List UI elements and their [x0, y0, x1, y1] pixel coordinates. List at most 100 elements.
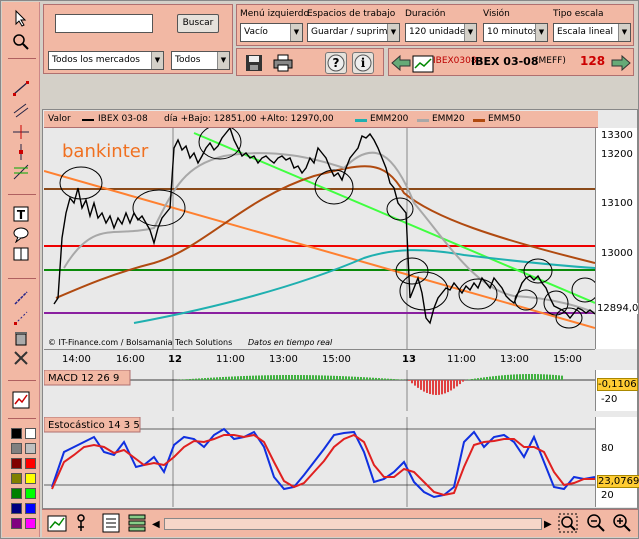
color-green[interactable] — [11, 488, 22, 499]
tipo-escala-label: Tipo escala — [553, 9, 604, 19]
macd-bar — [528, 374, 530, 380]
macd-bar — [330, 375, 332, 380]
macd-bar — [261, 375, 263, 380]
color-olive[interactable] — [11, 473, 22, 484]
espacios-select[interactable]: Guardar / suprimir ▼ — [307, 23, 400, 42]
macd-bar — [294, 375, 296, 380]
macd-bar — [471, 378, 473, 380]
trendline-icon[interactable] — [10, 78, 32, 98]
macd-bar — [453, 380, 455, 389]
tools-icon[interactable] — [10, 348, 32, 368]
macd-plot[interactable]: MACD 12 26 9 — [44, 370, 595, 411]
macd-bar — [234, 376, 236, 380]
macd-bar — [399, 379, 401, 380]
color-magenta[interactable] — [25, 518, 36, 529]
color-white[interactable] — [25, 428, 36, 439]
macd-bar — [372, 377, 374, 380]
zoom-icon[interactable] — [10, 32, 32, 52]
macd-bar — [543, 374, 545, 380]
color-yellow[interactable] — [25, 473, 36, 484]
fibonacci-icon[interactable] — [10, 162, 32, 182]
search-input[interactable] — [55, 14, 153, 33]
color-navy[interactable] — [11, 503, 22, 514]
macd-bar — [318, 375, 320, 380]
info-icon[interactable]: i — [352, 52, 374, 74]
zoom-out-icon[interactable] — [586, 513, 606, 533]
vision-select[interactable]: 10 minutos ▼ — [483, 23, 548, 42]
save-icon[interactable] — [245, 54, 263, 72]
pencil-icon[interactable] — [10, 288, 32, 308]
macd-bar — [321, 375, 323, 380]
scroll-left-button[interactable]: ◀ — [152, 519, 160, 530]
comment-icon[interactable] — [10, 224, 32, 244]
prev-arrow-icon[interactable] — [391, 54, 411, 72]
zoom-fit-icon[interactable] — [558, 513, 578, 533]
macd-bar — [369, 377, 371, 380]
type-select[interactable]: Todos ▼ — [171, 51, 230, 70]
market-select[interactable]: Todos los mercados ▼ — [48, 51, 164, 70]
instrument-bar: IBEX0308 IBEX 03-08 (MEFF) 128 — [388, 48, 634, 76]
macd-bar — [336, 375, 338, 380]
eraser-icon[interactable] — [10, 308, 32, 328]
macd-axis: -0,1106 -20 — [595, 370, 638, 411]
document-icon[interactable] — [102, 513, 120, 533]
options-panel: Menú izquierdo Espacios de trabajo Vacío… — [236, 4, 634, 46]
macd-bar — [468, 379, 470, 380]
color-maroon[interactable] — [11, 458, 22, 469]
macd-bar — [435, 380, 437, 395]
color-blue[interactable] — [25, 503, 36, 514]
macd-bar — [315, 375, 317, 380]
macd-bar — [555, 375, 557, 380]
left-toolbar: T — [2, 2, 40, 537]
cursor-icon[interactable] — [10, 8, 32, 28]
macd-bar — [429, 380, 431, 395]
chart-settings-icon[interactable] — [47, 513, 67, 533]
macd-bar — [351, 376, 353, 380]
color-gray[interactable] — [11, 443, 22, 454]
price-tick: 13100 — [601, 198, 633, 209]
macd-bar — [225, 376, 227, 380]
search-button[interactable]: Buscar — [177, 14, 219, 33]
print-icon[interactable] — [273, 54, 293, 72]
macd-bar — [516, 374, 518, 380]
stochastic-plot[interactable]: Estocástico 14 3 5 — [44, 417, 595, 507]
color-silver[interactable] — [25, 443, 36, 454]
macd-bar — [342, 376, 344, 380]
color-lime[interactable] — [25, 488, 36, 499]
book-icon[interactable] — [10, 244, 32, 264]
chart-icon[interactable] — [412, 55, 434, 73]
color-red[interactable] — [25, 458, 36, 469]
delete-icon[interactable] — [10, 328, 32, 348]
macd-bar — [333, 375, 335, 380]
price-plot[interactable]: bankinter © IT-Finance.com / Bolsamania … — [44, 128, 595, 349]
chart-type-icon[interactable] — [10, 390, 32, 410]
indicator-icon[interactable] — [74, 513, 88, 533]
macd-bar — [426, 380, 428, 393]
espacios-label: Espacios de trabajo — [307, 9, 396, 19]
macd-bar — [192, 378, 194, 380]
vertical-line-icon[interactable] — [10, 142, 32, 162]
scroll-right-button[interactable]: ▶ — [544, 519, 552, 530]
parallel-icon[interactable] — [10, 100, 32, 120]
color-black[interactable] — [11, 428, 22, 439]
stoch-tick: 20 — [601, 490, 614, 501]
tipo-escala-select[interactable]: Escala lineal ▼ — [553, 23, 631, 42]
list-icon[interactable] — [128, 513, 146, 533]
macd-bar — [552, 374, 554, 380]
price-axis: 13300 13200 13100 13000 12894,0 — [595, 128, 639, 349]
text-tool-icon[interactable]: T — [10, 204, 32, 224]
zoom-in-icon[interactable] — [612, 513, 632, 533]
macd-bar — [366, 377, 368, 380]
macd-bar — [282, 375, 284, 380]
help-icon[interactable]: ? — [325, 52, 347, 74]
macd-bar — [183, 379, 185, 380]
next-arrow-icon[interactable] — [611, 54, 631, 72]
menu-izquierdo-select[interactable]: Vacío ▼ — [240, 23, 303, 42]
color-purple[interactable] — [11, 518, 22, 529]
chart-scrollbar[interactable] — [164, 518, 542, 530]
horizontal-line-icon[interactable] — [10, 122, 32, 142]
macd-bar — [327, 375, 329, 380]
macd-bar — [324, 375, 326, 380]
price-tick: 13000 — [601, 248, 633, 259]
duracion-select[interactable]: 120 unidades ▼ — [405, 23, 477, 42]
